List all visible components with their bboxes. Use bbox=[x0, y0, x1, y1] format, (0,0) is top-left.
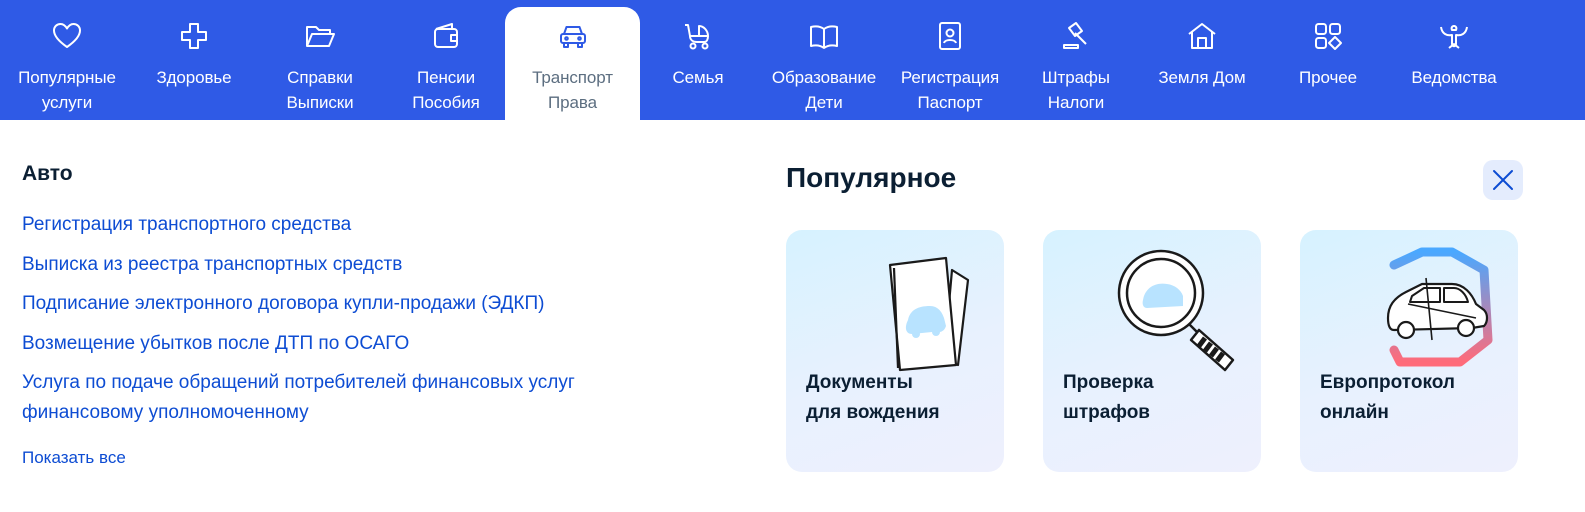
nav-item-popular[interactable]: Популярные услуги bbox=[3, 7, 131, 120]
show-all-link[interactable]: Показать все bbox=[22, 448, 126, 468]
nav-item-certificates[interactable]: Справки Выписки bbox=[257, 7, 383, 120]
nav-item-label: Штрафы Налоги bbox=[1042, 68, 1110, 112]
card-title: Документы для вождения bbox=[806, 372, 940, 423]
grid-icon bbox=[1311, 19, 1345, 53]
book-icon bbox=[807, 19, 841, 53]
driving-documents-illustration bbox=[888, 256, 970, 372]
nav-item-label: Семья bbox=[672, 68, 724, 87]
service-link[interactable]: Услуга по подаче обращений потребителей … bbox=[22, 368, 662, 428]
nav-item-agencies[interactable]: Ведомства bbox=[1391, 7, 1517, 120]
nav-item-pensions[interactable]: Пенсии Пособия bbox=[383, 7, 509, 120]
nav-item-health[interactable]: Здоровье bbox=[131, 7, 257, 120]
medical-cross-icon bbox=[177, 19, 211, 53]
nav-item-other[interactable]: Прочее bbox=[1265, 7, 1391, 120]
service-link-list: Регистрация транспортного средства Выпис… bbox=[22, 210, 662, 438]
nav-item-label: Популярные услуги bbox=[18, 68, 116, 112]
nav-item-label: Здоровье bbox=[156, 68, 232, 87]
nav-item-registration[interactable]: Регистрация Паспорт bbox=[887, 7, 1013, 120]
service-link[interactable]: Регистрация транспортного средства bbox=[22, 210, 662, 240]
service-link[interactable]: Подписание электронного договора купли-п… bbox=[22, 289, 662, 319]
service-link[interactable]: Возмещение убытков после ДТП по ОСАГО bbox=[22, 329, 662, 359]
popular-card-check-fines[interactable]: Проверка штрафов bbox=[1043, 230, 1261, 472]
section-title: Авто bbox=[22, 162, 73, 185]
category-nav: Популярные услуги Здоровье Справки Выпис… bbox=[0, 0, 1585, 120]
nav-item-label: Транспорт Права bbox=[532, 68, 613, 112]
hexagon-car-illustration bbox=[1386, 247, 1493, 367]
heart-icon bbox=[50, 19, 84, 53]
service-link[interactable]: Выписка из реестра транспортных средств bbox=[22, 250, 662, 280]
close-icon bbox=[1493, 170, 1513, 190]
close-button[interactable] bbox=[1483, 160, 1523, 200]
wallet-icon bbox=[429, 19, 463, 53]
magnifier-car-illustration bbox=[1117, 249, 1235, 372]
nav-item-label: Ведомства bbox=[1411, 68, 1497, 87]
popular-card-driving-documents[interactable]: Документы для вождения bbox=[786, 230, 1004, 472]
emblem-icon bbox=[1437, 19, 1471, 53]
stroller-icon bbox=[681, 19, 715, 53]
id-card-icon bbox=[933, 19, 967, 53]
nav-item-label: Прочее bbox=[1299, 68, 1357, 87]
house-icon bbox=[1185, 19, 1219, 53]
card-title: Проверка штрафов bbox=[1063, 372, 1154, 423]
nav-item-label: Справки Выписки bbox=[286, 68, 354, 112]
nav-item-label: Земля Дом bbox=[1158, 68, 1246, 87]
popular-title: Популярное bbox=[786, 162, 957, 193]
gavel-icon bbox=[1059, 19, 1093, 53]
card-title: Европротокол онлайн bbox=[1320, 372, 1455, 423]
nav-item-transport[interactable]: Транспорт Права bbox=[505, 7, 640, 120]
popular-card-europrotocol[interactable]: Европротокол онлайн bbox=[1300, 230, 1518, 472]
folder-icon bbox=[303, 19, 337, 53]
nav-item-land-house[interactable]: Земля Дом bbox=[1139, 7, 1265, 120]
nav-item-education[interactable]: Образование Дети bbox=[761, 7, 887, 120]
nav-item-label: Пенсии Пособия bbox=[412, 68, 480, 112]
nav-item-family[interactable]: Семья bbox=[635, 7, 761, 120]
car-icon bbox=[556, 19, 590, 53]
nav-item-label: Образование Дети bbox=[771, 68, 877, 112]
nav-item-fines[interactable]: Штрафы Налоги bbox=[1013, 7, 1139, 120]
nav-item-label: Регистрация Паспорт bbox=[900, 68, 1000, 112]
